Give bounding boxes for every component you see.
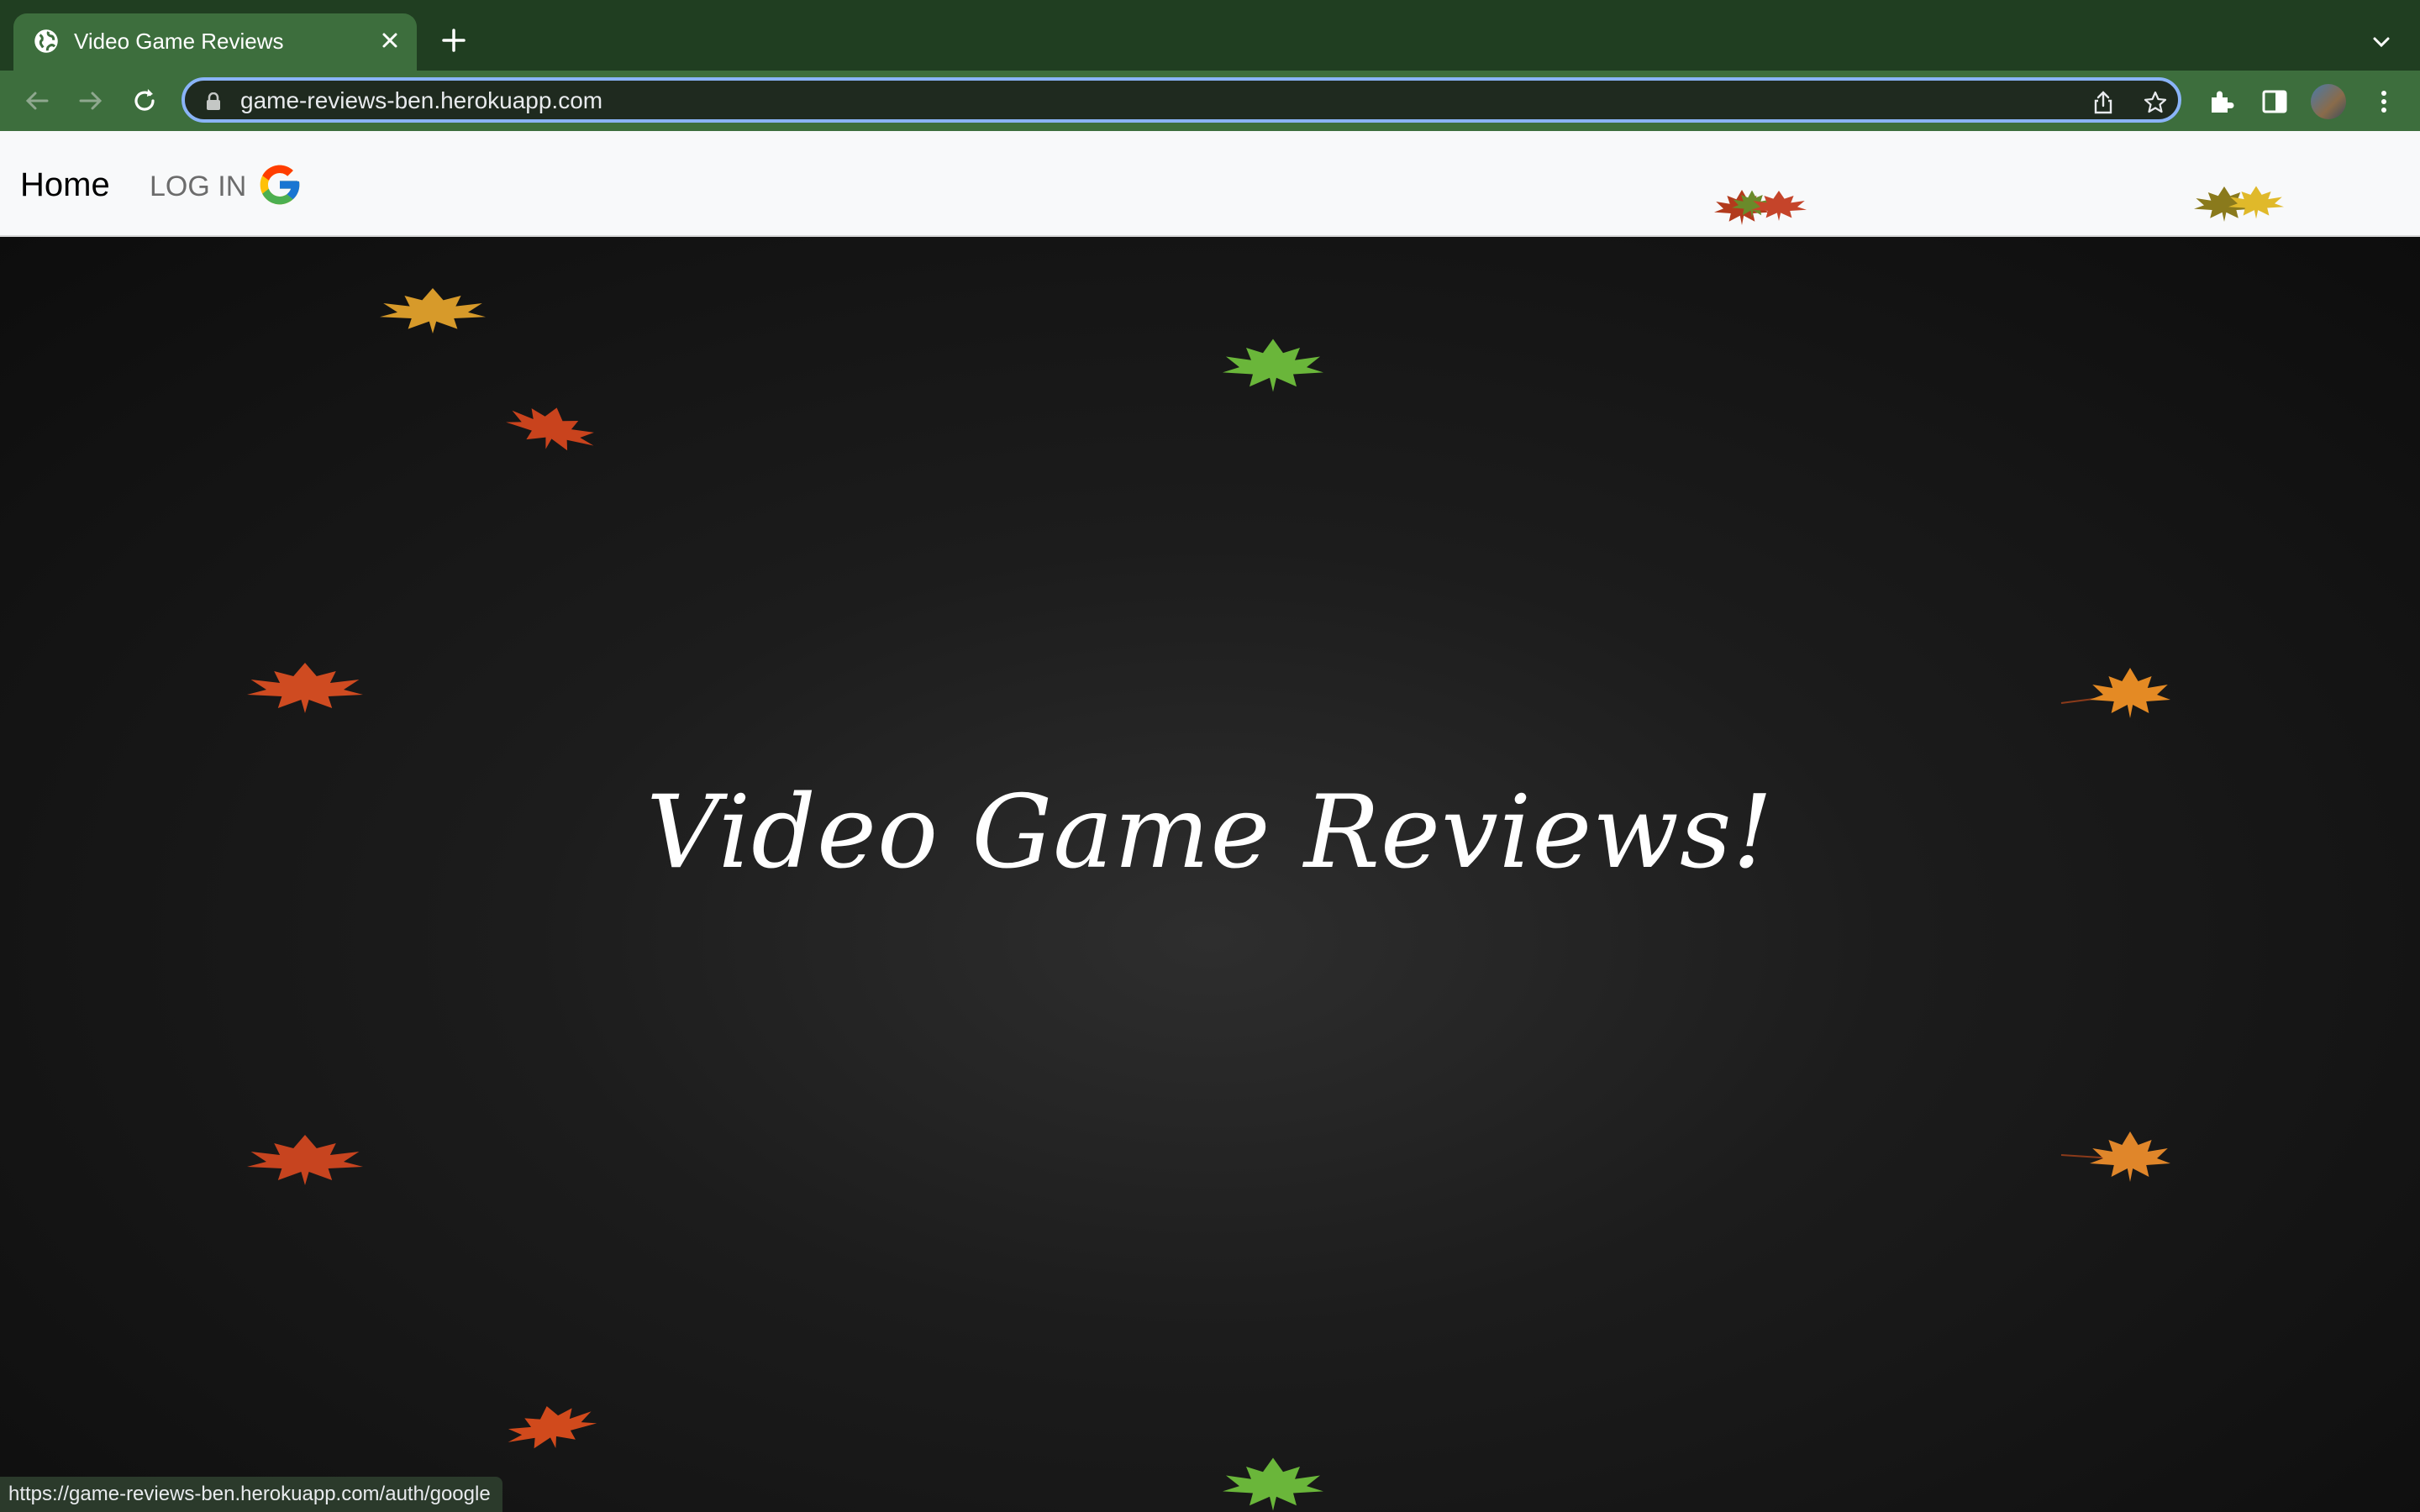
browser-tab-strip — [0, 0, 2420, 71]
reload-icon[interactable] — [129, 86, 160, 116]
globe-icon — [34, 29, 58, 53]
share-icon[interactable] — [2091, 90, 2116, 115]
maple-leaf-icon — [1223, 339, 1323, 392]
forward-arrow-icon[interactable] — [76, 86, 106, 116]
site-navbar: Home LOG IN — [0, 131, 2420, 237]
maple-leaf-icon — [2060, 668, 2170, 718]
side-panel-icon[interactable] — [2260, 87, 2289, 116]
link-status-bar: https://game-reviews-ben.herokuapp.com/a… — [0, 1477, 502, 1512]
more-menu-icon[interactable] — [2370, 87, 2398, 116]
lock-icon[interactable] — [205, 92, 222, 111]
nav-login-link[interactable]: LOG IN — [150, 165, 303, 208]
back-arrow-icon[interactable] — [22, 86, 52, 116]
extensions-puzzle-icon[interactable] — [2207, 87, 2235, 116]
tab-close-icon[interactable] — [376, 27, 403, 54]
tab-search-chevron-icon[interactable] — [2368, 29, 2395, 55]
new-tab-plus-icon[interactable] — [437, 24, 471, 57]
nav-login-label[interactable]: LOG IN — [150, 168, 246, 205]
maple-leaf-icon — [247, 663, 363, 713]
hero-section: Video Game Reviews! — [0, 237, 2420, 1512]
bookmark-star-icon[interactable] — [2143, 90, 2168, 115]
maple-leaf-icon — [380, 288, 486, 333]
address-bar[interactable]: game-reviews-ben.herokuapp.com — [182, 77, 2181, 123]
url-text[interactable]: game-reviews-ben.herokuapp.com — [240, 87, 602, 114]
hero-title: Video Game Reviews! — [646, 774, 1774, 891]
profile-avatar[interactable] — [2311, 84, 2346, 119]
google-logo-icon[interactable] — [256, 161, 303, 208]
maple-leaf-icon — [2194, 186, 2284, 222]
maple-leaf-icon — [502, 1398, 600, 1457]
maple-leaf-icon — [2060, 1131, 2170, 1182]
maple-leaf-icon — [247, 1135, 363, 1185]
tab-title: Video Game Reviews — [74, 29, 284, 54]
maple-leaf-icon — [502, 403, 600, 454]
maple-leaf-icon — [1714, 190, 1807, 225]
nav-home-link[interactable]: Home — [20, 165, 110, 205]
maple-leaf-icon — [1223, 1457, 1323, 1511]
